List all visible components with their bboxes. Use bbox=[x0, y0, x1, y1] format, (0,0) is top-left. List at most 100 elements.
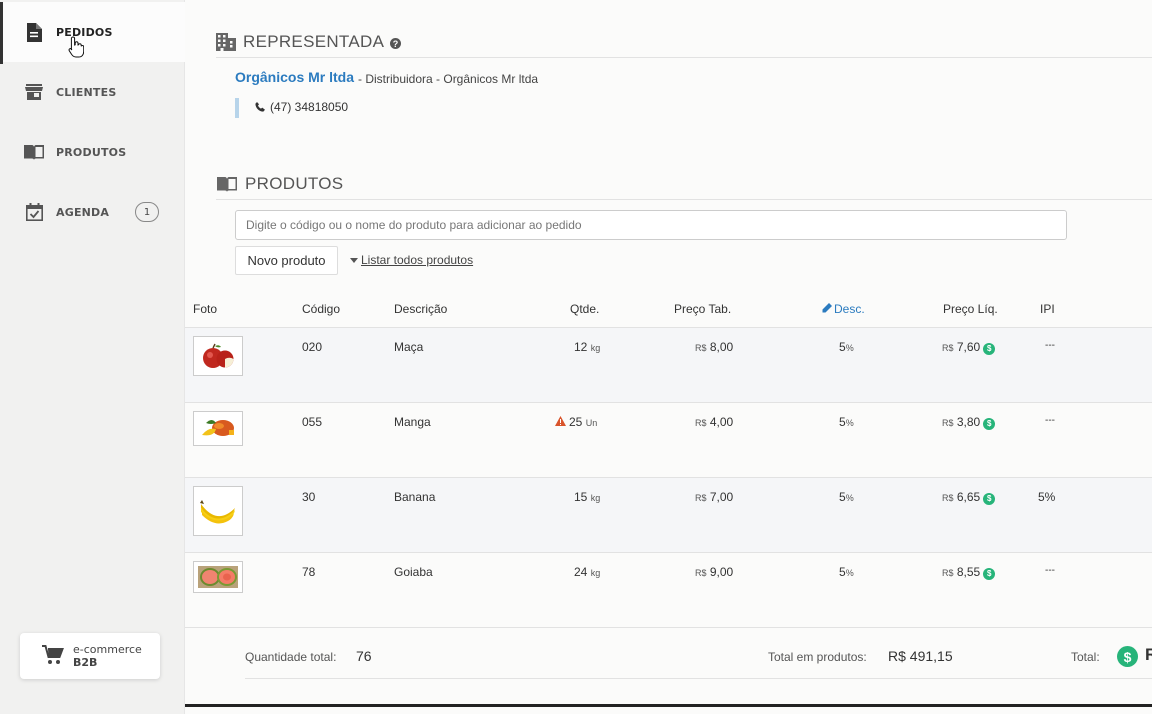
store-icon bbox=[24, 82, 44, 102]
produtos-section-title: PRODUTOS bbox=[216, 174, 343, 194]
sidebar-item-agenda[interactable]: AGENDA 1 bbox=[0, 182, 185, 242]
product-search-input[interactable] bbox=[235, 210, 1067, 240]
descricao-cell: Goiaba bbox=[394, 565, 433, 579]
table-row[interactable]: 78 Goiaba 24 kg R$ 9,00 5% R$ 8,55 $ --- bbox=[185, 552, 1152, 627]
codigo-cell: 30 bbox=[302, 490, 316, 504]
ecommerce-b2b-button[interactable]: e-commerce B2B bbox=[20, 633, 160, 679]
preco-tab-cell: R$ 7,00 bbox=[695, 490, 734, 504]
money-icon: $ bbox=[983, 417, 996, 430]
preco-liq-cell: R$ 6,65 $ bbox=[942, 490, 996, 505]
document-icon bbox=[24, 22, 44, 42]
help-icon[interactable]: ? bbox=[390, 38, 402, 49]
building-icon bbox=[216, 33, 236, 51]
column-header-qtde: Qtde. bbox=[570, 302, 600, 316]
column-header-preco-liq: Preço Líq. bbox=[943, 302, 998, 316]
column-header-desc[interactable]: Desc. bbox=[822, 302, 865, 316]
qtde-cell[interactable]: 15 kg bbox=[574, 490, 600, 504]
sidebar-item-produtos[interactable]: PRODUTOS bbox=[0, 122, 185, 182]
column-header-preco-tab: Preço Tab. bbox=[674, 302, 732, 316]
ecommerce-sublabel: B2B bbox=[73, 656, 98, 669]
qtde-cell[interactable]: 24 kg bbox=[574, 565, 600, 579]
pencil-icon bbox=[822, 302, 832, 316]
qtde-cell[interactable]: 25 Un bbox=[555, 415, 597, 429]
total-produtos-label: Total em produtos: bbox=[768, 650, 867, 664]
product-photo-mango[interactable] bbox=[193, 411, 243, 446]
product-photo-apple[interactable] bbox=[193, 336, 243, 376]
table-row[interactable]: 30 Banana 15 kg R$ 7,00 5% R$ 6,65 $ 5% bbox=[185, 477, 1152, 552]
ipi-cell: --- bbox=[1045, 415, 1055, 426]
representada-subtitle: - Distribuidora - Orgânicos Mr ltda bbox=[358, 72, 539, 86]
caret-down-icon bbox=[350, 257, 358, 263]
calendar-check-icon bbox=[24, 202, 44, 222]
descricao-cell: Manga bbox=[394, 415, 431, 429]
qtde-cell[interactable]: 12 kg bbox=[574, 340, 600, 354]
codigo-cell: 020 bbox=[302, 340, 323, 354]
divider bbox=[216, 57, 1152, 58]
bottom-bar bbox=[185, 704, 1152, 707]
money-icon: $ bbox=[983, 492, 996, 505]
total-produtos-value: R$ 491,15 bbox=[888, 648, 953, 664]
representada-phone: (47) 34818050 bbox=[255, 100, 348, 114]
divider bbox=[216, 199, 1152, 200]
desc-cell[interactable]: 5% bbox=[839, 565, 854, 579]
desc-cell[interactable]: 5% bbox=[839, 490, 854, 504]
column-header-codigo: Código bbox=[302, 302, 341, 316]
preco-tab-cell: R$ 4,00 bbox=[695, 415, 734, 429]
quantidade-total-value: 76 bbox=[356, 648, 372, 664]
total-value: R bbox=[1145, 645, 1152, 664]
codigo-cell: 055 bbox=[302, 415, 323, 429]
book-icon bbox=[24, 142, 44, 162]
sidebar-item-label: PRODUTOS bbox=[56, 145, 127, 159]
product-photo-banana[interactable] bbox=[193, 486, 243, 536]
table-row[interactable]: 055 Manga 25 Un R$ 4,00 5% R$ 3,80 $ --- bbox=[185, 402, 1152, 477]
money-icon: $ bbox=[983, 567, 996, 580]
ecommerce-label: e-commerce bbox=[73, 643, 142, 656]
preco-liq-cell: R$ 3,80 $ bbox=[942, 415, 996, 430]
representada-title: REPRESENTADA bbox=[243, 32, 385, 51]
preco-liq-cell: R$ 8,55 $ bbox=[942, 565, 996, 580]
divider bbox=[245, 678, 1152, 679]
money-icon: $ bbox=[983, 342, 996, 355]
novo-produto-button[interactable]: Novo produto bbox=[235, 246, 338, 275]
book-icon bbox=[216, 176, 238, 192]
codigo-cell: 78 bbox=[302, 565, 316, 579]
phone-accent-bar bbox=[235, 98, 239, 118]
divider bbox=[185, 627, 1152, 628]
cart-icon bbox=[42, 645, 64, 669]
column-header-ipi: IPI bbox=[1040, 302, 1055, 316]
listar-todos-produtos-link[interactable]: Listar todos produtos bbox=[350, 253, 473, 267]
hand-cursor-icon bbox=[68, 36, 85, 62]
ipi-cell: --- bbox=[1045, 565, 1055, 576]
representada-section-title: REPRESENTADA ? bbox=[216, 32, 402, 52]
sidebar-item-clientes[interactable]: CLIENTES bbox=[0, 62, 185, 122]
descricao-cell: Banana bbox=[394, 490, 436, 504]
phone-icon bbox=[255, 102, 265, 112]
ipi-cell: 5% bbox=[1038, 490, 1056, 504]
phone-number: (47) 34818050 bbox=[270, 100, 349, 114]
quantidade-total-label: Quantidade total: bbox=[245, 650, 337, 664]
sidebar-item-label: PEDIDOS bbox=[56, 25, 113, 39]
representada-name-link[interactable]: Orgânicos Mr ltda bbox=[235, 69, 354, 85]
money-icon: $ bbox=[1117, 646, 1138, 667]
sidebar: PEDIDOS CLIENTES PRODUTOS AGENDA 1 e-com… bbox=[0, 0, 185, 714]
listar-label: Listar todos produtos bbox=[361, 253, 474, 267]
product-photo-guava[interactable] bbox=[193, 561, 243, 593]
sidebar-item-pedidos[interactable]: PEDIDOS bbox=[0, 2, 185, 64]
desc-cell[interactable]: 5% bbox=[839, 415, 854, 429]
column-header-descricao: Descrição bbox=[394, 302, 448, 316]
desc-cell[interactable]: 5% bbox=[839, 340, 854, 354]
ipi-cell: --- bbox=[1045, 340, 1055, 351]
sidebar-item-label: CLIENTES bbox=[56, 85, 117, 99]
preco-tab-cell: R$ 9,00 bbox=[695, 565, 734, 579]
preco-liq-cell: R$ 7,60 $ bbox=[942, 340, 996, 355]
column-header-foto: Foto bbox=[193, 302, 218, 316]
warning-icon[interactable] bbox=[555, 415, 566, 429]
produtos-title: PRODUTOS bbox=[245, 174, 344, 193]
sidebar-item-label: AGENDA bbox=[56, 205, 110, 219]
desc-header-label: Desc. bbox=[834, 302, 865, 316]
total-label: Total: bbox=[1071, 650, 1100, 664]
table-row[interactable]: 020 Maça 12 kg R$ 8,00 5% R$ 7,60 $ --- bbox=[185, 327, 1152, 402]
agenda-count-badge: 1 bbox=[135, 202, 159, 222]
preco-tab-cell: R$ 8,00 bbox=[695, 340, 734, 354]
descricao-cell: Maça bbox=[394, 340, 424, 354]
